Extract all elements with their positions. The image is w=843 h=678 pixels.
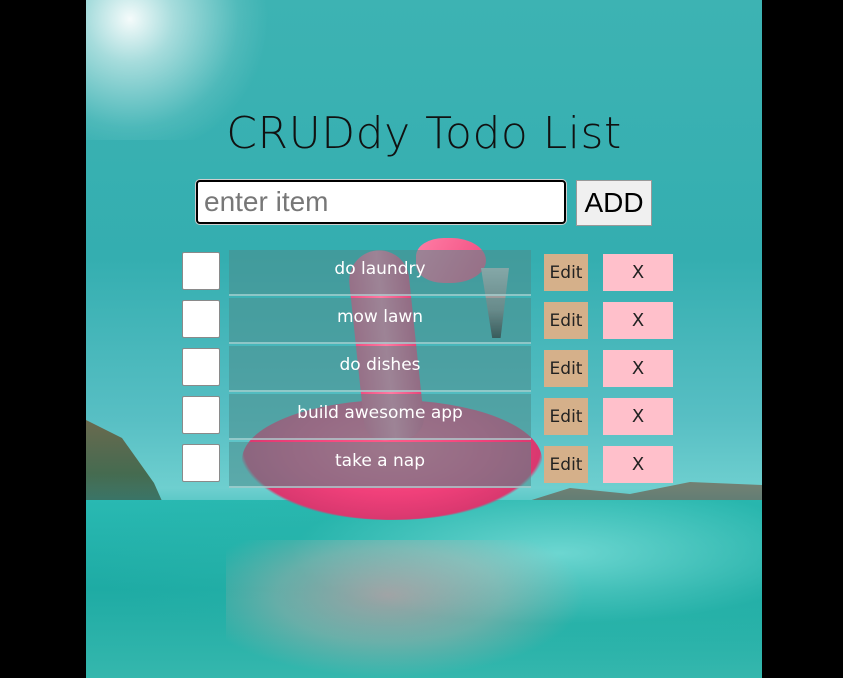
delete-button[interactable]: X (603, 350, 673, 387)
todo-text[interactable]: take a nap (229, 442, 531, 488)
delete-button[interactable]: X (603, 254, 673, 291)
list-item: do dishes Edit X (86, 346, 762, 394)
todo-checkbox[interactable] (182, 444, 220, 482)
todo-text[interactable]: do dishes (229, 346, 531, 392)
page-title: CRUDdy Todo List (226, 108, 622, 159)
list-item: build awesome app Edit X (86, 394, 762, 442)
todo-checkbox[interactable] (182, 396, 220, 434)
edit-button[interactable]: Edit (544, 350, 588, 387)
todo-checkbox[interactable] (182, 348, 220, 386)
todo-text[interactable]: build awesome app (229, 394, 531, 440)
list-item: take a nap Edit X (86, 442, 762, 490)
edit-button[interactable]: Edit (544, 254, 588, 291)
todo-checkbox[interactable] (182, 300, 220, 338)
delete-button[interactable]: X (603, 398, 673, 435)
edit-button[interactable]: Edit (544, 302, 588, 339)
todo-text[interactable]: mow lawn (229, 298, 531, 344)
todo-text[interactable]: do laundry (229, 250, 531, 296)
todo-app: CRUDdy Todo List ADD do laundry Edit X m… (86, 0, 762, 678)
delete-button[interactable]: X (603, 446, 673, 483)
delete-button[interactable]: X (603, 302, 673, 339)
list-item: do laundry Edit X (86, 250, 762, 298)
new-item-input[interactable] (196, 180, 566, 224)
edit-button[interactable]: Edit (544, 398, 588, 435)
list-item: mow lawn Edit X (86, 298, 762, 346)
todo-checkbox[interactable] (182, 252, 220, 290)
edit-button[interactable]: Edit (544, 446, 588, 483)
add-button[interactable]: ADD (576, 180, 652, 226)
